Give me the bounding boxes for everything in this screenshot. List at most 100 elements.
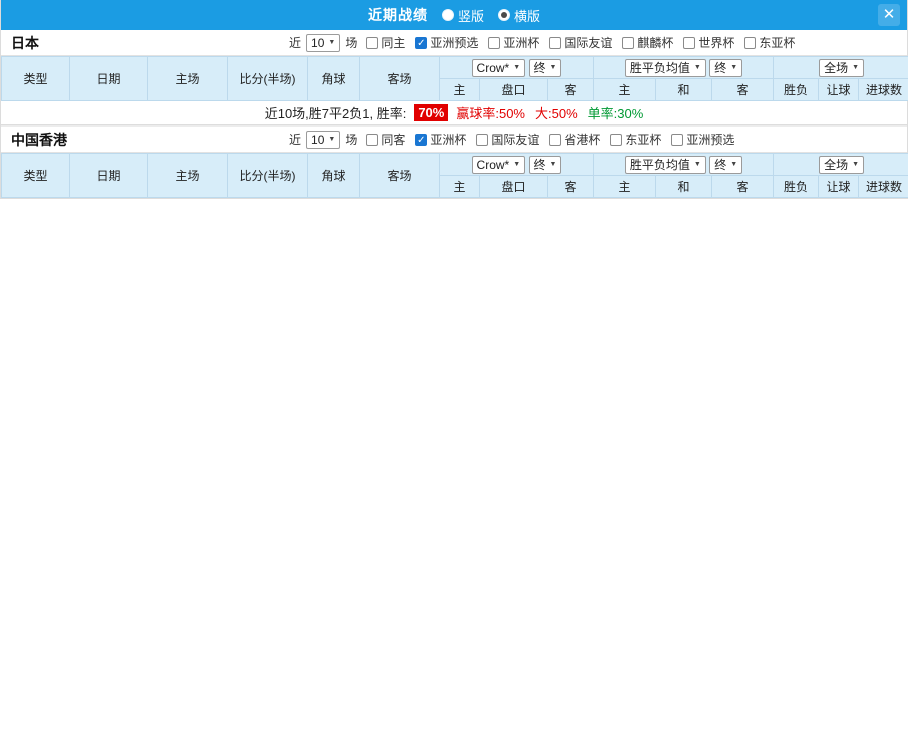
filter-checkbox[interactable]: 国际友谊 xyxy=(476,131,539,148)
chevron-down-icon: ▼ xyxy=(328,135,336,143)
wdl-final-select[interactable]: 终 ▼ xyxy=(709,155,743,174)
filter-checkbox[interactable]: 世界杯 xyxy=(683,34,734,51)
checkbox-icon xyxy=(744,36,757,49)
col-odds-home: 主 xyxy=(439,78,480,101)
filter-label: 亚洲预选 xyxy=(686,133,735,147)
col-score: 比分(半场) xyxy=(227,153,308,198)
checkbox-icon xyxy=(610,133,623,146)
col-wdl-home: 主 xyxy=(593,175,657,198)
odds-group-header: Crow* ▼ 终 ▼ xyxy=(438,153,595,176)
col-date: 日期 xyxy=(69,153,148,198)
near-count-select[interactable]: 10 ▼ xyxy=(306,130,341,149)
odds-source-select[interactable]: Crow* ▼ xyxy=(471,155,526,174)
col-odds-away: 客 xyxy=(546,175,595,198)
col-home: 主场 xyxy=(147,56,228,101)
filter-checkbox[interactable]: 东亚杯 xyxy=(744,34,795,51)
chevron-down-icon: ▼ xyxy=(693,160,701,168)
filter-label: 同客 xyxy=(381,133,406,147)
col-handicap-result: 让球 xyxy=(818,175,860,198)
layout-option-vertical[interactable]: 竖版 xyxy=(441,6,484,25)
games-label: 场 xyxy=(345,133,358,147)
matches-table-hongkong: 类型 日期 主场 比分(半场) 角球 客场 Crow* ▼ 终 ▼ 胜平负均值 ▼ 终… xyxy=(1,153,908,198)
col-odds-away: 客 xyxy=(546,78,595,101)
checkbox-checked-icon: ✓ xyxy=(415,133,428,146)
summary-stat: 大:50% xyxy=(535,106,578,121)
filter-checkbox[interactable]: 同客 xyxy=(366,131,405,148)
checkbox-checked-icon: ✓ xyxy=(415,36,428,49)
checkbox-icon xyxy=(366,133,379,146)
checkbox-icon xyxy=(476,133,489,146)
wdl-source-select[interactable]: 胜平负均值 ▼ xyxy=(624,58,706,77)
near-label: 近 xyxy=(289,133,302,147)
col-type: 类型 xyxy=(1,56,70,101)
col-corner: 角球 xyxy=(307,56,360,101)
filter-checkbox[interactable]: 东亚杯 xyxy=(610,131,661,148)
col-home: 主场 xyxy=(147,153,228,198)
filter-label: 同主 xyxy=(381,36,406,50)
filter-label: 亚洲杯 xyxy=(430,133,467,147)
section-header-japan: 日本 近 10 ▼ 场 同主 ✓ 亚洲预选 亚洲杯 国际友谊 麒麟杯 世界杯 东亚杯 xyxy=(1,30,907,56)
checkbox-icon xyxy=(683,36,696,49)
summary-text: 近10场,胜7平2负1, 胜率: xyxy=(264,106,407,121)
odds-final-select[interactable]: 终 ▼ xyxy=(528,155,562,174)
close-icon[interactable]: ✕ xyxy=(878,4,900,26)
col-wdl-home: 主 xyxy=(593,78,657,101)
wdl-group-header: 胜平负均值 ▼ 终 ▼ xyxy=(593,153,775,176)
col-corner: 角球 xyxy=(307,153,360,198)
filter-checkbox[interactable]: 亚洲预选 xyxy=(671,131,734,148)
win-rate-badge: 70% xyxy=(414,104,449,121)
radio-selected-icon xyxy=(498,9,510,21)
col-handicap-result: 让球 xyxy=(818,78,860,101)
chevron-down-icon: ▼ xyxy=(513,63,521,71)
col-result: 胜负 xyxy=(773,78,820,101)
wdl-final-select[interactable]: 终 ▼ xyxy=(709,58,743,77)
col-goals: 进球数 xyxy=(858,175,908,198)
odds-source-select[interactable]: Crow* ▼ xyxy=(471,58,526,77)
chevron-down-icon: ▼ xyxy=(730,63,738,71)
filter-controls: 近 10 ▼ 场 同主 ✓ 亚洲预选 亚洲杯 国际友谊 麒麟杯 世界杯 东亚杯 xyxy=(289,33,795,52)
filter-label: 国际友谊 xyxy=(564,36,613,50)
scope-select[interactable]: 全场 ▼ xyxy=(819,58,865,77)
col-away: 客场 xyxy=(359,153,440,198)
chevron-down-icon: ▼ xyxy=(730,160,738,168)
recent-results-panel: 近期战绩 竖版 横版 ✕ 日本 近 10 ▼ 场 同主 ✓ 亚洲预选 亚洲杯 国际友谊 麒麟… xyxy=(0,0,908,199)
near-count-select[interactable]: 10 ▼ xyxy=(306,33,341,52)
panel-title: 近期战绩 xyxy=(367,7,428,23)
filter-label: 东亚杯 xyxy=(625,133,662,147)
layout-option-horizontal[interactable]: 横版 xyxy=(498,6,540,25)
layout-option-horizontal-label: 横版 xyxy=(514,8,541,24)
wdl-source-select[interactable]: 胜平负均值 ▼ xyxy=(624,155,706,174)
scope-group-header: 全场 ▼ xyxy=(773,153,908,176)
section-header-hongkong: 中国香港 近 10 ▼ 场 同客 ✓ 亚洲杯 国际友谊 省港杯 东亚杯 亚洲预选 xyxy=(1,127,907,153)
filter-checkbox[interactable]: 同主 xyxy=(366,34,405,51)
scope-select[interactable]: 全场 ▼ xyxy=(819,155,865,174)
chevron-down-icon: ▼ xyxy=(852,63,860,71)
col-handicap: 盘口 xyxy=(479,175,548,198)
games-label: 场 xyxy=(345,36,358,50)
filter-label: 世界杯 xyxy=(698,36,735,50)
odds-final-select[interactable]: 终 ▼ xyxy=(528,58,562,77)
col-date: 日期 xyxy=(69,56,148,101)
filter-checkbox[interactable]: 国际友谊 xyxy=(549,34,612,51)
checkbox-icon xyxy=(549,133,562,146)
filter-checkbox[interactable]: 亚洲杯 xyxy=(488,34,539,51)
filter-label: 麒麟杯 xyxy=(637,36,674,50)
chevron-down-icon: ▼ xyxy=(852,160,860,168)
filter-checkbox[interactable]: 麒麟杯 xyxy=(622,34,673,51)
filter-label: 省港杯 xyxy=(564,133,601,147)
checkbox-icon xyxy=(622,36,635,49)
chevron-down-icon: ▼ xyxy=(549,63,557,71)
filter-checkbox[interactable]: ✓ 亚洲杯 xyxy=(415,131,466,148)
topbar: 近期战绩 竖版 横版 ✕ xyxy=(1,0,907,30)
chevron-down-icon: ▼ xyxy=(693,63,701,71)
col-handicap: 盘口 xyxy=(479,78,548,101)
col-wdl-draw: 和 xyxy=(655,78,713,101)
chevron-down-icon: ▼ xyxy=(549,160,557,168)
col-type: 类型 xyxy=(1,153,70,198)
scope-group-header: 全场 ▼ xyxy=(773,56,908,79)
filter-checkbox[interactable]: 省港杯 xyxy=(549,131,600,148)
filter-label: 国际友谊 xyxy=(491,133,540,147)
filter-label: 亚洲预选 xyxy=(430,36,479,50)
filter-checkbox[interactable]: ✓ 亚洲预选 xyxy=(415,34,478,51)
col-away: 客场 xyxy=(359,56,440,101)
